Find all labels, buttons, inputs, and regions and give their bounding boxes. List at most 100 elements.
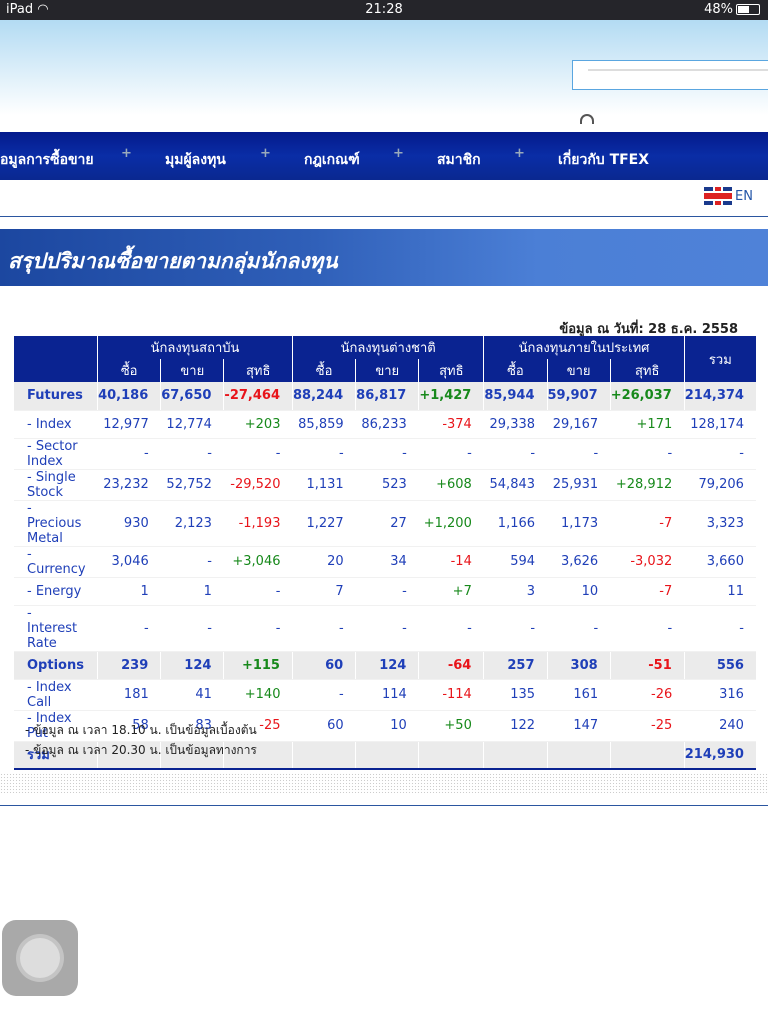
subheader-buy: ซื้อ <box>97 359 161 382</box>
table-cell: 25,931 <box>547 469 611 501</box>
table-row: - Index 12,977 12,774 +203 85,859 86,233 -374 2… <box>14 410 756 439</box>
table-row: - Energy 1 1-7- +7 3 10 -7 11 <box>14 577 756 606</box>
table-cell: 86,817 <box>355 382 419 411</box>
table-cell <box>418 741 484 770</box>
row-label: Futures <box>14 382 98 411</box>
row-label: - Sector Index <box>14 438 98 470</box>
nav-item-trading-data[interactable]: อมูลการซื้อขาย <box>0 149 94 171</box>
language-switch[interactable]: EN <box>704 187 753 205</box>
table-cell: 10 <box>355 710 419 742</box>
table-cell: 3,626 <box>547 546 611 578</box>
table-cell: 67,650 <box>160 382 224 411</box>
nav-separator: + <box>514 146 525 161</box>
nav-separator: + <box>121 146 132 161</box>
table-cell: 1,131 <box>292 469 356 501</box>
assistive-touch-button[interactable] <box>2 920 78 996</box>
table-cell: 556 <box>683 651 756 680</box>
table-cell: 594 <box>483 546 548 578</box>
table-cell <box>546 741 611 770</box>
subheader-buy: ซื้อ <box>483 359 548 382</box>
table-cell: +171 <box>610 410 685 439</box>
nav-separator: + <box>260 146 271 161</box>
header-local: นักลงทุนภายในประเทศ <box>483 336 685 359</box>
table-cell: - <box>355 438 419 470</box>
table-cell: +7 <box>418 577 484 606</box>
uk-flag-icon <box>704 187 732 205</box>
table-cell: - <box>355 605 419 652</box>
table-cell: 122 <box>483 710 548 742</box>
subheader-sell: ขาย <box>355 359 419 382</box>
table-cell: 3,323 <box>684 500 756 547</box>
table-cell: 124 <box>160 651 224 680</box>
table-cell: 34 <box>355 546 419 578</box>
row-label: - Index Call <box>14 679 98 711</box>
table-cell: 308 <box>546 651 611 680</box>
table-cell: - <box>292 679 356 711</box>
table-cell: -27,464 <box>223 382 293 411</box>
battery-icon <box>736 4 760 15</box>
nav-item-investor-corner[interactable]: มุมผู้ลงทุน <box>165 149 226 171</box>
table-cell: 181 <box>97 679 161 711</box>
nav-item-rules[interactable]: กฎเกณฑ์ <box>304 149 360 171</box>
table-cell: 316 <box>684 679 756 711</box>
table-cell: 3,046 <box>97 546 161 578</box>
table-cell: 41 <box>160 679 224 711</box>
clock: 21:28 <box>365 2 403 17</box>
search-icon[interactable] <box>580 114 594 124</box>
table-cell: - <box>418 605 484 652</box>
table-cell: 60 <box>292 710 356 742</box>
table-cell: 54,843 <box>483 469 548 501</box>
table-cell: 523 <box>355 469 419 501</box>
table-cell: - <box>97 605 161 652</box>
row-label: - Single Stock <box>14 469 98 501</box>
subheader-sell: ขาย <box>546 359 611 382</box>
table-cell: 1,166 <box>483 500 548 547</box>
table-cell: - <box>160 438 224 470</box>
nav-item-members[interactable]: สมาชิก <box>437 149 481 171</box>
page-title-banner: สรุปปริมาณซื้อขายตามกลุ่มนักลงทุน <box>0 229 768 286</box>
table-cell: 23,232 <box>97 469 161 501</box>
table-cell: 1 <box>97 577 161 606</box>
note-preliminary: - ข้อมูล ณ เวลา 18.10 น. เป็นข้อมูลเบื้อ… <box>25 723 257 737</box>
subheader-net: สุทธิ <box>223 359 293 382</box>
table-cell: 239 <box>97 651 161 680</box>
row-label: - Currency <box>14 546 98 578</box>
row-label: - Interest Rate <box>14 605 98 652</box>
table-cell: +140 <box>223 679 293 711</box>
table-cell: - <box>97 438 161 470</box>
note-official: - ข้อมูล ณ เวลา 20.30 น. เป็นข้อมูลทางกา… <box>25 743 257 757</box>
main-nav: อมูลการซื้อขาย + มุมผู้ลงทุน + กฎเกณฑ์ +… <box>0 132 768 180</box>
table-cell: 12,977 <box>97 410 161 439</box>
table-cell: -26 <box>610 679 685 711</box>
table-cell: - <box>418 438 484 470</box>
table-cell: -14 <box>418 546 484 578</box>
table-row: - Single Stock 23,232 52,752 -29,520 1,131 52… <box>14 469 756 501</box>
table-cell: +50 <box>418 710 484 742</box>
table-cell: 930 <box>97 500 161 547</box>
table-cell: 1,173 <box>547 500 611 547</box>
table-cell: - <box>355 577 419 606</box>
search-input[interactable] <box>572 60 768 90</box>
table-cell: -25 <box>610 710 685 742</box>
table-cell: +203 <box>223 410 293 439</box>
table-cell: 85,859 <box>292 410 356 439</box>
divider <box>0 805 768 806</box>
assistive-touch-icon <box>20 938 60 978</box>
subheader-sell: ขาย <box>160 359 224 382</box>
table-row: Futures 40,186 67,650 -27,464 88,244 86,817 +1… <box>14 382 756 411</box>
table-cell: 3 <box>483 577 548 606</box>
table-cell: 7 <box>292 577 356 606</box>
table-cell: 40,186 <box>97 382 161 411</box>
table-cell: 214,374 <box>683 382 756 411</box>
table-cell: 86,233 <box>355 410 419 439</box>
table-cell: +28,912 <box>610 469 685 501</box>
table-cell: - <box>223 577 293 606</box>
table-cell: 20 <box>292 546 356 578</box>
table-cell: 161 <box>547 679 611 711</box>
table-cell: -29,520 <box>223 469 293 501</box>
table-row: Options 239 124 +115 60 124 -64 257 308 -51 556 <box>14 651 756 680</box>
table-row: - Sector Index - - - - - - - - - - <box>14 438 756 470</box>
table-cell: 2,123 <box>160 500 224 547</box>
table-cell: - <box>547 438 611 470</box>
nav-item-about[interactable]: เกี่ยวกับ TFEX <box>558 149 649 171</box>
